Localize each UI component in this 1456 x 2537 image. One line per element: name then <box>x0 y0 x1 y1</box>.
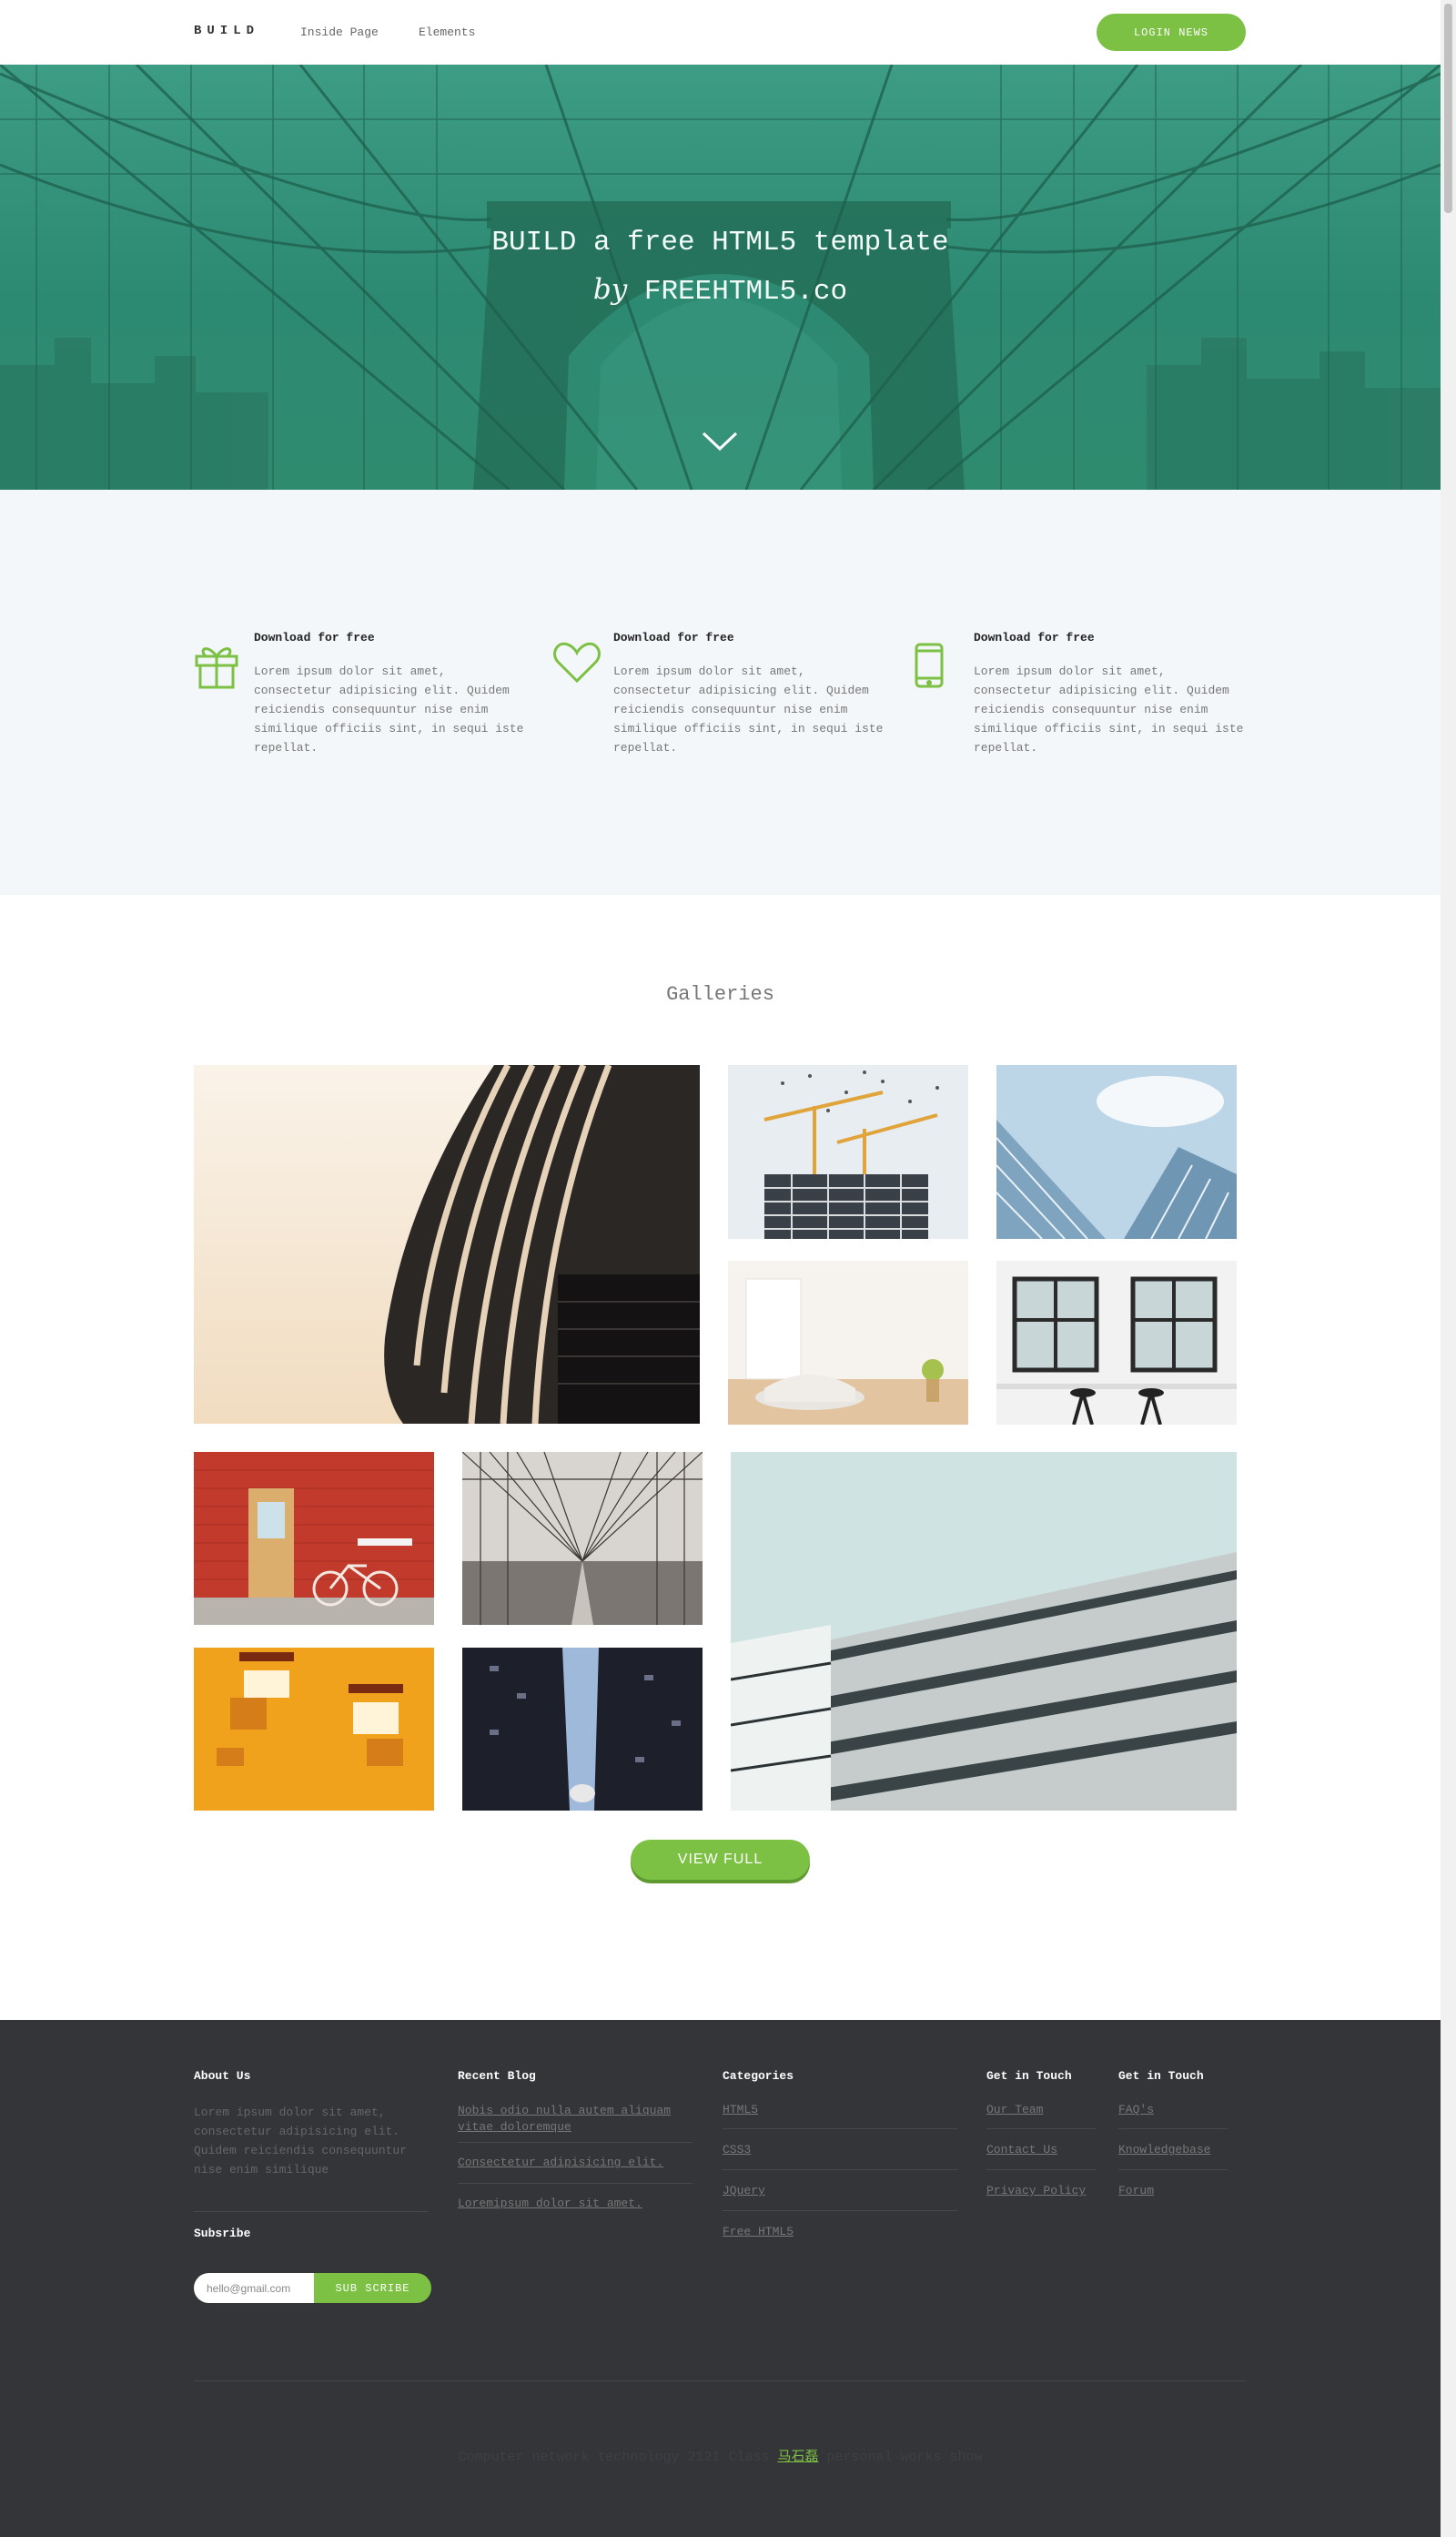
footer-divider <box>458 2142 693 2143</box>
gallery-photo-bridge-cables[interactable] <box>462 1452 703 1625</box>
brand-logo[interactable]: BUILD <box>194 24 259 38</box>
copyright-prefix: Computer network technology 2121 Class <box>458 2450 778 2465</box>
gift-icon <box>194 642 239 694</box>
footer-touch-link[interactable]: Our Team <box>986 2103 1043 2116</box>
footer-touch-link[interactable]: Contact Us <box>986 2143 1057 2156</box>
chevron-down-icon[interactable] <box>702 431 738 456</box>
nav-link-inside-page[interactable]: Inside Page <box>300 25 379 39</box>
footer-category-link[interactable]: HTML5 <box>723 2103 758 2116</box>
footer-category-link[interactable]: CSS3 <box>723 2143 751 2156</box>
footer-divider <box>723 2169 957 2170</box>
hero-subtitle-name: FREEHTML5.co <box>643 276 848 308</box>
feature-title: Download for free <box>613 631 734 644</box>
footer-get-in-touch-title: Get in Touch <box>1118 2069 1204 2083</box>
login-news-button[interactable]: LOGIN NEWS <box>1097 14 1246 51</box>
footer-recent-blog-title: Recent Blog <box>458 2069 536 2083</box>
footer-about-title: About Us <box>194 2069 251 2083</box>
feature-title: Download for free <box>254 631 375 644</box>
footer-bottom-divider <box>194 2380 1246 2381</box>
feature-text: Lorem ipsum dolor sit amet, consectetur … <box>254 665 524 755</box>
gallery-photo-looking-up-towers[interactable] <box>462 1648 703 1811</box>
gallery-photo-white-interior[interactable] <box>728 1261 968 1425</box>
hero-subtitle: by FREEHTML5.co <box>0 273 1441 308</box>
footer-touch-link[interactable]: Forum <box>1118 2184 1154 2197</box>
footer-get-in-touch-title: Get in Touch <box>986 2069 1072 2083</box>
footer-touch-link[interactable]: Knowledgebase <box>1118 2143 1210 2156</box>
footer-touch-link[interactable]: FAQ's <box>1118 2103 1154 2116</box>
footer-category-link[interactable]: Free HTML5 <box>723 2225 794 2238</box>
footer-blog-link[interactable]: Nobis odio nulla autem aliquam vitae dol… <box>458 2103 685 2136</box>
footer-blog-link[interactable]: Loremipsum dolor sit amet. <box>458 2197 642 2210</box>
footer-category-link[interactable]: JQuery <box>723 2184 765 2197</box>
nav-link-elements[interactable]: Elements <box>419 25 475 39</box>
top-navbar: BUILD Inside Page Elements LOGIN NEWS <box>0 0 1441 66</box>
footer-divider <box>723 2210 957 2211</box>
footer-about-text: Lorem ipsum dolor sit amet, consectetur … <box>194 2106 408 2177</box>
subscribe-email-input[interactable]: hello@gmail.com <box>194 2273 314 2303</box>
gallery-photo-curved-building[interactable] <box>194 1065 700 1424</box>
feature-text: Lorem ipsum dolor sit amet, consectetur … <box>974 665 1244 755</box>
footer-subscribe-title: Subsribe <box>194 2227 251 2240</box>
footer-divider <box>1118 2128 1228 2129</box>
footer-blog-link[interactable]: Consectetur adipisicing elit. <box>458 2156 663 2169</box>
galleries-title: Galleries <box>666 983 774 1006</box>
gallery-photo-construction-crane[interactable] <box>728 1065 968 1239</box>
gallery-photo-red-wall-bicycle[interactable] <box>194 1452 434 1625</box>
page-scrollbar[interactable] <box>1441 0 1456 2537</box>
footer-divider <box>458 2183 693 2184</box>
hero-subtitle-by: by <box>592 273 628 306</box>
footer-divider <box>1118 2169 1228 2170</box>
gallery-photo-balcony-building[interactable] <box>731 1452 1237 1811</box>
footer-touch-link[interactable]: Privacy Policy <box>986 2184 1086 2197</box>
copyright-author-link[interactable]: 马石磊 <box>778 2450 819 2465</box>
features-section: Download for free Lorem ipsum dolor sit … <box>0 490 1441 895</box>
footer-divider <box>986 2169 1096 2170</box>
hero-title: BUILD a free HTML5 template <box>491 227 949 259</box>
feature-text: Lorem ipsum dolor sit amet, consectetur … <box>613 665 884 755</box>
footer-categories-title: Categories <box>723 2069 794 2083</box>
view-full-button[interactable]: VIEW FULL <box>631 1840 810 1880</box>
footer-divider <box>723 2128 957 2129</box>
footer-divider <box>986 2128 1096 2129</box>
subscribe-button[interactable]: SUB SCRIBE <box>314 2273 431 2303</box>
gallery-photo-window-stools[interactable] <box>996 1261 1237 1425</box>
copyright-text: Computer network technology 2121 Class 马… <box>0 2446 1441 2465</box>
scrollbar-thumb[interactable] <box>1444 4 1452 213</box>
feature-title: Download for free <box>974 631 1095 644</box>
footer-divider <box>194 2211 429 2212</box>
copyright-suffix: personal works show <box>818 2450 983 2465</box>
hero-banner: BUILD a free HTML5 template by FREEHTML5… <box>0 65 1441 490</box>
gallery-photo-glass-facade[interactable] <box>996 1065 1237 1239</box>
heart-icon <box>553 642 601 688</box>
mobile-icon <box>914 642 945 694</box>
gallery-photo-yellow-wall-windows[interactable] <box>194 1648 434 1811</box>
